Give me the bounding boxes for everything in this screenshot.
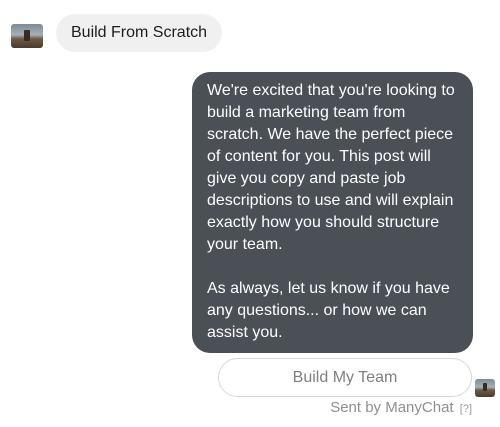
user-message-bubble: Build From Scratch: [56, 14, 223, 52]
sent-by-label: Sent by ManyChat: [330, 399, 454, 416]
bot-message-bubble: We're excited that you're looking to bui…: [192, 72, 473, 353]
help-link[interactable]: [?]: [460, 403, 472, 415]
avatar-figure: [483, 383, 487, 391]
bot-avatar: [475, 379, 495, 397]
sent-by-footer: Sent by ManyChat [?]: [330, 398, 472, 419]
build-my-team-button[interactable]: Build My Team: [218, 358, 472, 397]
user-avatar: [11, 24, 43, 48]
avatar-figure: [24, 30, 30, 41]
